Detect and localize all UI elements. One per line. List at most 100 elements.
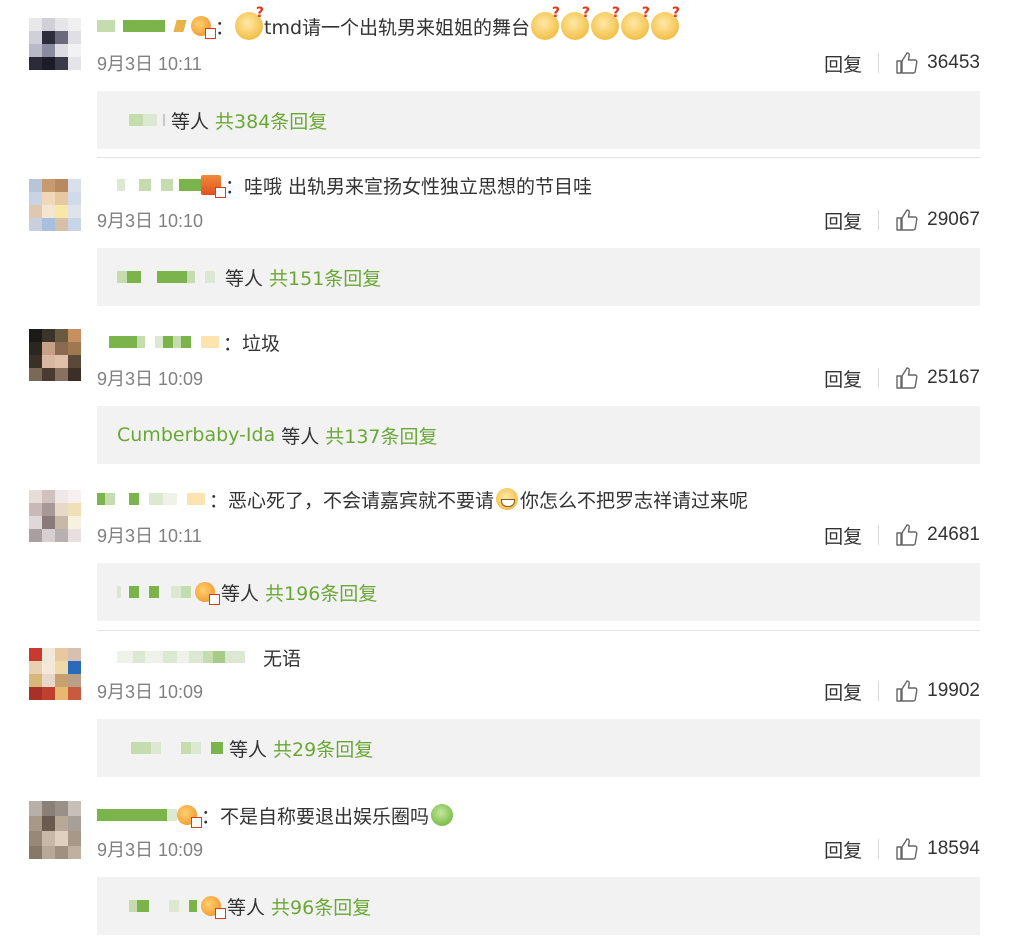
comment-time: 9月3日 10:11 <box>97 526 202 546</box>
reply-button[interactable]: 回复 <box>824 365 862 392</box>
avatar[interactable] <box>29 179 81 231</box>
reply-button[interactable]: 回复 <box>824 678 862 705</box>
replies-etc: 等人 <box>225 267 264 290</box>
thumbs-up-icon <box>896 524 918 546</box>
comment-time: 9月3日 10:09 <box>97 682 204 702</box>
like-count: 24681 <box>927 524 980 545</box>
comment-item: ：不是自称要退出娱乐圈吗 9月3日 10:09 回复 18594 等人 共96条… <box>0 787 1014 945</box>
replies-summary[interactable]: Cumberbaby-Ida 等人 共137条回复 <box>97 406 980 464</box>
avatar[interactable] <box>29 648 81 700</box>
grinning-face-emoji-icon <box>496 488 519 510</box>
avatar[interactable] <box>29 18 81 70</box>
action-divider <box>878 210 880 230</box>
like-button[interactable]: 19902 <box>895 679 980 703</box>
comment-time: 9月3日 10:10 <box>97 211 204 231</box>
reply-user-blurred <box>117 896 226 919</box>
username-blurred[interactable] <box>97 804 202 828</box>
like-count: 18594 <box>927 838 980 859</box>
replies-total[interactable]: 共96条回复 <box>271 893 371 920</box>
question-face-emoji-icon <box>651 5 680 40</box>
username-blurred[interactable] <box>97 646 259 668</box>
vip-badge-icon <box>201 175 226 198</box>
comment-text: 无语 <box>263 647 302 670</box>
comment-time: 9月3日 10:09 <box>97 369 204 389</box>
question-face-emoji-icon <box>561 5 590 40</box>
replies-total[interactable]: 共29条回复 <box>273 735 373 762</box>
reply-button[interactable]: 回复 <box>824 50 862 77</box>
replies-summary[interactable]: 等人 共196条回复 <box>97 563 980 621</box>
question-face-emoji-icon <box>591 5 620 40</box>
action-divider <box>878 681 880 701</box>
comment-text: ：垃圾 <box>223 332 281 355</box>
comment-meta: 9月3日 10:11 回复 24681 <box>97 520 980 550</box>
reply-button[interactable]: 回复 <box>824 207 862 234</box>
reply-username[interactable]: Cumberbaby-Ida <box>117 424 275 446</box>
username-blurred[interactable] <box>97 488 205 510</box>
like-button[interactable]: 25167 <box>895 366 980 390</box>
like-button[interactable]: 24681 <box>895 523 980 547</box>
thumbs-up-icon <box>896 367 918 389</box>
like-count: 29067 <box>927 209 980 230</box>
reply-button[interactable]: 回复 <box>824 836 862 863</box>
comment-actions: 回复 19902 <box>824 678 980 705</box>
comment-meta: 9月3日 10:10 回复 29067 <box>97 205 980 235</box>
comment-item: ：垃圾 9月3日 10:09 回复 25167 Cumberbaby-Ida 等… <box>0 315 1014 473</box>
comment-text: ：不是自称要退出娱乐圈吗 <box>201 805 430 828</box>
avatar[interactable] <box>29 490 81 542</box>
replies-summary[interactable]: 等人 共29条回复 <box>97 719 980 777</box>
username-blurred[interactable] <box>97 15 216 39</box>
comment-actions: 回复 36453 <box>824 50 980 77</box>
comment-time: 9月3日 10:11 <box>97 54 202 74</box>
replies-summary[interactable]: 等人 共96条回复 <box>97 877 980 935</box>
replies-total[interactable]: 共384条回复 <box>215 107 327 134</box>
comment-actions: 回复 25167 <box>824 365 980 392</box>
replies-summary[interactable]: 等人 共151条回复 <box>97 248 980 306</box>
replies-etc: 等人 <box>171 110 210 133</box>
comment-divider <box>97 157 980 158</box>
like-count: 25167 <box>927 367 980 388</box>
avatar[interactable] <box>29 801 81 859</box>
like-count: 36453 <box>927 52 980 73</box>
action-divider <box>878 839 880 859</box>
reply-button[interactable]: 回复 <box>824 522 862 549</box>
like-button[interactable]: 18594 <box>895 837 980 861</box>
like-count: 19902 <box>927 680 980 701</box>
action-divider <box>878 368 880 388</box>
avatar[interactable] <box>29 329 81 381</box>
replies-total[interactable]: 共196条回复 <box>265 579 377 606</box>
comment-item: ： tmd请一个出轨男来姐姐的舞台 9月3日 10:11 回复 36453 等人… <box>0 0 1014 158</box>
replies-total[interactable]: 共151条回复 <box>269 264 381 291</box>
replies-total[interactable]: 共137条回复 <box>325 422 437 449</box>
comment-meta: 9月3日 10:09 回复 19902 <box>97 676 980 706</box>
replies-etc: 等人 <box>221 582 260 605</box>
reply-user-blurred <box>117 271 219 283</box>
comment-line: ：不是自称要退出娱乐圈吗 <box>97 799 454 831</box>
question-face-emoji-icon <box>621 5 650 40</box>
comment-line: ：垃圾 <box>97 326 280 358</box>
replies-etc: 等人 <box>227 896 266 919</box>
comment-time: 9月3日 10:09 <box>97 840 204 860</box>
comment-divider <box>97 630 980 631</box>
action-divider <box>878 53 880 73</box>
username-blurred[interactable] <box>97 174 226 198</box>
comment-meta: 9月3日 10:11 回复 36453 <box>97 48 980 78</box>
like-button[interactable]: 36453 <box>895 51 980 75</box>
reply-user-blurred <box>117 742 223 754</box>
comment-line: 无语 <box>97 641 301 673</box>
replies-summary[interactable]: 等人 共384条回复 <box>97 91 980 149</box>
comment-line: ： tmd请一个出轨男来姐姐的舞台 <box>97 5 680 42</box>
nauseated-face-emoji-icon <box>431 804 454 826</box>
comment-line: ：恶心死了，不会请嘉宾就不要请 你怎么不把罗志祥请过来呢 <box>97 483 748 515</box>
comment-meta: 9月3日 10:09 回复 18594 <box>97 834 980 864</box>
action-divider <box>878 525 880 545</box>
comment-line: ：哇哦 出轨男来宣扬女性独立思想的节目哇 <box>97 169 592 201</box>
comment-actions: 回复 29067 <box>824 207 980 234</box>
comment-text: ：恶心死了，不会请嘉宾就不要请 <box>209 489 495 512</box>
like-button[interactable]: 29067 <box>895 208 980 232</box>
comment-text: ：哇哦 出轨男来宣扬女性独立思想的节目哇 <box>225 175 593 198</box>
question-face-emoji-icon <box>235 5 264 40</box>
thumbs-up-icon <box>896 680 918 702</box>
comment-meta: 9月3日 10:09 回复 25167 <box>97 363 980 393</box>
comment-actions: 回复 18594 <box>824 836 980 863</box>
username-blurred[interactable] <box>97 331 219 353</box>
